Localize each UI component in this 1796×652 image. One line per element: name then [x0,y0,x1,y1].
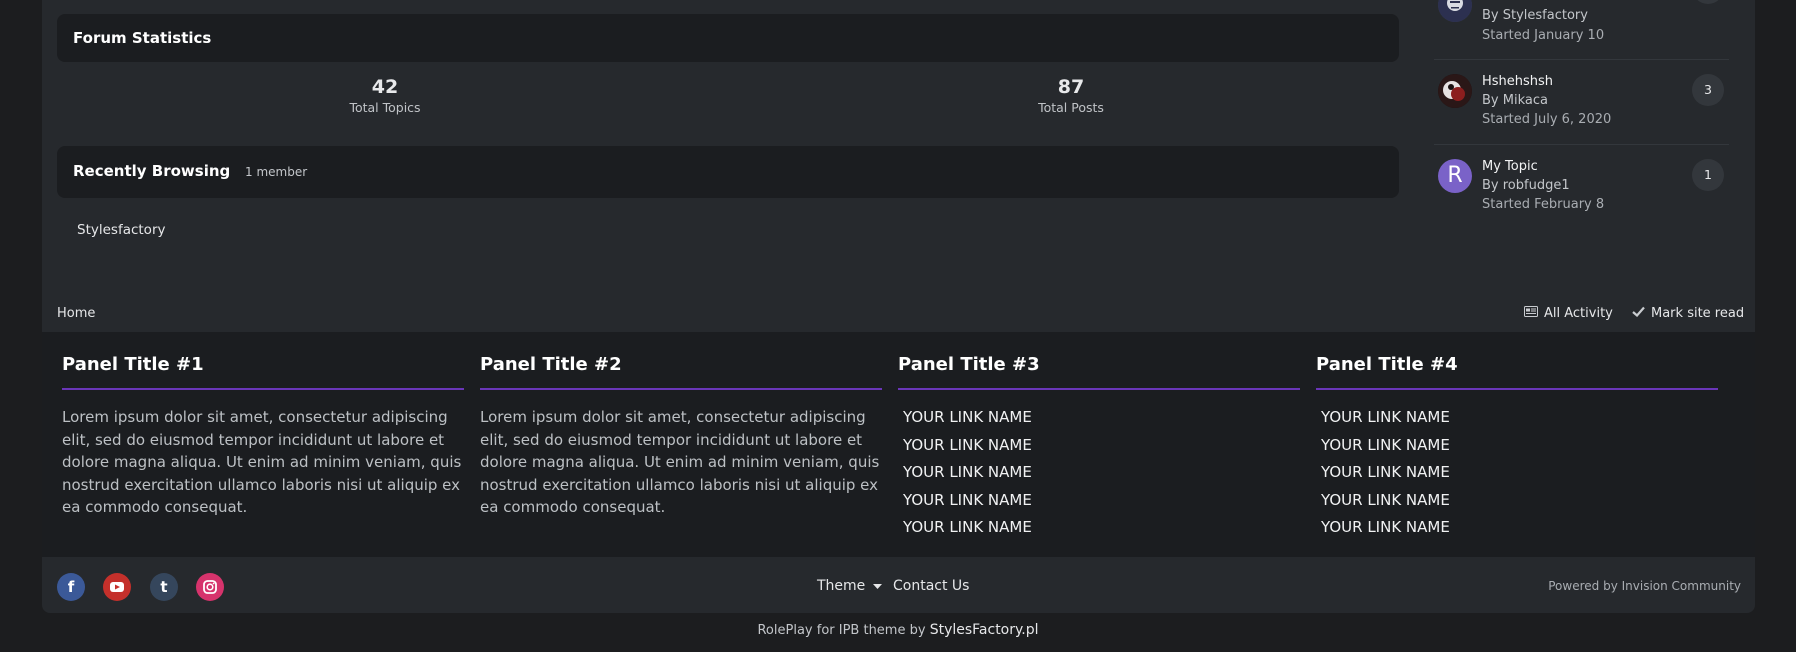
recently-browsing-header: Recently Browsing 1 member [57,146,1399,198]
check-icon [1632,306,1645,321]
credit-link[interactable]: StylesFactory.pl [930,622,1039,638]
site-footer: f t Theme Contact Us Powered by Invision… [42,557,1755,613]
all-activity-label: All Activity [1544,306,1613,321]
mark-site-read-link[interactable]: Mark site read [1632,306,1744,321]
panel-link[interactable]: YOUR LINK NAME [903,487,1300,515]
divider [1434,144,1729,145]
total-topics-label: Total Topics [349,100,421,115]
topic-started: Started July 6, 2020 [1482,112,1612,127]
panel-title: Panel Title #2 [480,354,882,390]
forum-statistics-header: Forum Statistics [57,14,1399,62]
total-posts-stat: 87 Total Posts [971,76,1171,115]
all-activity-link[interactable]: All Activity [1524,306,1613,321]
topic-item[interactable]: By Stylesfactory Started January 10 2 [1438,0,1728,68]
tumblr-icon[interactable]: t [150,573,178,601]
total-posts-label: Total Posts [1038,100,1104,115]
panel-title: Panel Title #1 [62,354,464,390]
divider [1434,59,1729,60]
panel-4: Panel Title #4 YOUR LINK NAME YOUR LINK … [1316,354,1718,542]
panel-link[interactable]: YOUR LINK NAME [903,459,1300,487]
contact-us-link[interactable]: Contact Us [893,578,969,594]
main-content: Forum Statistics 42 Total Topics 87 Tota… [42,0,1755,332]
topic-author[interactable]: By Stylesfactory [1482,8,1588,23]
reply-count-badge: 1 [1692,159,1724,191]
total-topics-value: 42 [371,76,399,98]
panel-link[interactable]: YOUR LINK NAME [1321,514,1718,542]
topic-title[interactable]: My Topic [1482,159,1538,174]
theme-credit: RolePlay for IPB theme by StylesFactory.… [0,622,1796,638]
panel-link[interactable]: YOUR LINK NAME [903,432,1300,460]
total-topics-stat: 42 Total Topics [285,76,485,115]
facebook-icon[interactable]: f [57,573,85,601]
topic-started: Started February 8 [1482,197,1605,212]
avatar [1438,0,1472,22]
panel-link[interactable]: YOUR LINK NAME [1321,459,1718,487]
panel-link[interactable]: YOUR LINK NAME [1321,404,1718,432]
panel-title: Panel Title #3 [898,354,1300,390]
panel-link-list: YOUR LINK NAME YOUR LINK NAME YOUR LINK … [898,404,1300,542]
credit-text: RolePlay for IPB theme by [757,623,930,638]
panel-link[interactable]: YOUR LINK NAME [903,514,1300,542]
forum-statistics-title: Forum Statistics [73,29,212,47]
mark-site-read-label: Mark site read [1651,306,1745,321]
avatar: R [1438,159,1472,193]
newspaper-icon [1524,306,1538,321]
panel-title: Panel Title #4 [1316,354,1718,390]
topic-author[interactable]: By robfudge1 [1482,178,1570,193]
panel-text: Lorem ipsum dolor sit amet, consectetur … [480,408,880,516]
panel-link[interactable]: YOUR LINK NAME [1321,487,1718,515]
recently-browsing-title: Recently Browsing [73,162,231,180]
recently-browsing-count: 1 member [245,165,308,179]
panel-link[interactable]: YOUR LINK NAME [903,404,1300,432]
youtube-icon[interactable] [103,573,131,601]
topic-started: Started January 10 [1482,28,1605,43]
reply-count-badge: 3 [1692,74,1724,106]
topic-item[interactable]: Hshehshsh By Mikaca Started July 6, 2020… [1438,74,1728,154]
caret-down-icon [872,578,882,594]
panel-3: Panel Title #3 YOUR LINK NAME YOUR LINK … [898,354,1300,542]
panel-link[interactable]: YOUR LINK NAME [1321,432,1718,460]
panel-1: Panel Title #1 Lorem ipsum dolor sit ame… [62,354,464,519]
panel-text: Lorem ipsum dolor sit amet, consectetur … [62,408,462,516]
topic-item[interactable]: R My Topic By robfudge1 Started February… [1438,159,1728,239]
instagram-icon[interactable] [196,573,224,601]
topic-author[interactable]: By Mikaca [1482,93,1548,108]
footer-panels: Panel Title #1 Lorem ipsum dolor sit ame… [42,332,1755,557]
powered-by-link[interactable]: Powered by Invision Community [1548,579,1741,593]
total-posts-value: 87 [1057,76,1085,98]
panel-2: Panel Title #2 Lorem ipsum dolor sit ame… [480,354,882,519]
avatar [1438,74,1472,108]
theme-selector[interactable]: Theme [817,578,882,594]
topic-title[interactable]: Hshehshsh [1482,74,1553,89]
breadcrumb-home[interactable]: Home [57,306,95,321]
browsing-member-link[interactable]: Stylesfactory [77,222,165,238]
panel-link-list: YOUR LINK NAME YOUR LINK NAME YOUR LINK … [1316,404,1718,542]
reply-count-badge: 2 [1692,0,1724,4]
theme-label: Theme [817,578,866,594]
